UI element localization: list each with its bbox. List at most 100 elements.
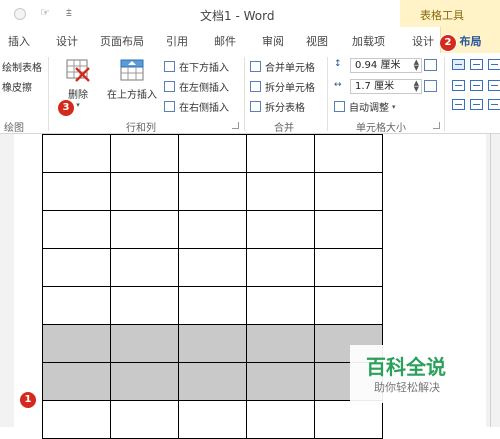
table-cell[interactable] bbox=[110, 248, 179, 287]
table-cell[interactable] bbox=[178, 400, 247, 439]
eraser-button[interactable]: 橡皮擦 bbox=[2, 79, 32, 94]
table-cell[interactable] bbox=[110, 286, 179, 325]
autofit-icon bbox=[334, 101, 345, 112]
align-bottom-left-icon[interactable] bbox=[452, 99, 465, 110]
table-cell[interactable] bbox=[246, 210, 315, 249]
row-height-spinner[interactable]: 0.94 厘米 ▲ ▼ bbox=[350, 58, 422, 73]
ribbon-panel: 绘制表格 橡皮擦 绘图 删除 ▾ 在上方插入 在下方插入 在左侧插入 在右侧插入… bbox=[0, 53, 500, 134]
rows-cols-group-label: 行和列 bbox=[126, 123, 156, 134]
context-group-title: 表格工具 bbox=[420, 9, 464, 22]
autofit-label: 自动调整 bbox=[349, 103, 389, 114]
align-top-left-icon[interactable] bbox=[452, 59, 465, 70]
table-cell[interactable] bbox=[178, 172, 247, 211]
table-row[interactable] bbox=[42, 286, 383, 325]
row-height-spin-arrows-icon[interactable]: ▲ ▼ bbox=[414, 59, 419, 72]
tab-add-ins[interactable]: 加载项 bbox=[352, 33, 385, 49]
table-cell[interactable] bbox=[246, 172, 315, 211]
table-cell[interactable] bbox=[178, 210, 247, 249]
tab-mailings[interactable]: 邮件 bbox=[214, 33, 236, 49]
split-cells-button[interactable]: 拆分单元格 bbox=[250, 79, 315, 94]
insert-above-button[interactable]: 在上方插入 bbox=[104, 57, 160, 101]
align-middle-center-icon[interactable] bbox=[470, 80, 483, 91]
table-cell[interactable] bbox=[110, 172, 179, 211]
tab-view[interactable]: 视图 bbox=[306, 33, 328, 49]
insert-left-button[interactable]: 在左侧插入 bbox=[164, 79, 229, 94]
insert-below-button[interactable]: 在下方插入 bbox=[164, 59, 229, 74]
app-circle-icon[interactable] bbox=[14, 8, 26, 20]
align-top-right-icon[interactable] bbox=[488, 59, 500, 70]
tab-table-design[interactable]: 设计 bbox=[412, 33, 434, 49]
table-cell[interactable] bbox=[314, 172, 383, 211]
align-top-center-icon[interactable] bbox=[470, 59, 483, 70]
table-row[interactable] bbox=[42, 210, 383, 249]
table-cell[interactable] bbox=[314, 210, 383, 249]
table-cell[interactable] bbox=[246, 324, 315, 363]
insert-left-label: 在左侧插入 bbox=[179, 83, 229, 94]
table-cell[interactable] bbox=[178, 286, 247, 325]
tab-table-layout-label: 布局 bbox=[459, 35, 482, 48]
distribute-rows-icon[interactable] bbox=[424, 59, 437, 71]
table-cell[interactable] bbox=[314, 400, 383, 439]
insert-right-button[interactable]: 在右侧插入 bbox=[164, 99, 229, 114]
table-cell[interactable] bbox=[246, 362, 315, 401]
step-badge-2: 2 bbox=[440, 35, 456, 51]
table-cell[interactable] bbox=[246, 134, 315, 173]
eraser-label: 橡皮擦 bbox=[2, 83, 32, 94]
group-divider bbox=[48, 57, 49, 131]
quick-access-dropdown-icon[interactable]: ⩲ bbox=[66, 8, 72, 19]
cursor-icon[interactable]: ☞ bbox=[40, 6, 50, 19]
align-bottom-right-icon[interactable] bbox=[488, 99, 500, 110]
tab-page-layout[interactable]: 页面布局 bbox=[100, 33, 144, 49]
table-row-selected[interactable] bbox=[42, 324, 383, 363]
table-row[interactable] bbox=[42, 172, 383, 211]
table-cell[interactable] bbox=[314, 286, 383, 325]
table-cell[interactable] bbox=[110, 210, 179, 249]
word-table[interactable] bbox=[42, 134, 383, 439]
table-cell[interactable] bbox=[42, 400, 111, 439]
table-cell[interactable] bbox=[42, 210, 111, 249]
cell-size-launcher-icon[interactable] bbox=[433, 122, 440, 129]
table-cell[interactable] bbox=[314, 248, 383, 287]
merge-group-label: 合并 bbox=[274, 123, 294, 134]
distribute-columns-icon[interactable] bbox=[424, 80, 437, 92]
table-cell[interactable] bbox=[110, 362, 179, 401]
align-middle-right-icon[interactable] bbox=[488, 80, 500, 91]
group-divider bbox=[327, 57, 328, 131]
step-badge-3: 3 bbox=[58, 100, 74, 116]
table-row-selected[interactable] bbox=[42, 362, 383, 401]
col-width-spinner[interactable]: 1.7 厘米 ▲ ▼ bbox=[350, 79, 422, 94]
table-cell[interactable] bbox=[246, 400, 315, 439]
split-table-button[interactable]: 拆分表格 bbox=[250, 99, 305, 114]
col-width-spin-arrows-icon[interactable]: ▲ ▼ bbox=[414, 80, 419, 93]
table-cell[interactable] bbox=[42, 172, 111, 211]
table-cell[interactable] bbox=[110, 400, 179, 439]
table-cell[interactable] bbox=[42, 362, 111, 401]
table-row[interactable] bbox=[42, 400, 383, 439]
table-cell[interactable] bbox=[42, 324, 111, 363]
table-cell[interactable] bbox=[246, 286, 315, 325]
table-row[interactable] bbox=[42, 248, 383, 287]
table-row[interactable] bbox=[42, 134, 383, 173]
tab-review[interactable]: 审阅 bbox=[262, 33, 284, 49]
table-cell[interactable] bbox=[42, 134, 111, 173]
table-cell[interactable] bbox=[42, 286, 111, 325]
merge-cells-button[interactable]: 合并单元格 bbox=[250, 59, 315, 74]
align-middle-left-icon[interactable] bbox=[452, 80, 465, 91]
table-cell[interactable] bbox=[110, 134, 179, 173]
tab-references[interactable]: 引用 bbox=[166, 33, 188, 49]
align-bottom-center-icon[interactable] bbox=[470, 99, 483, 110]
table-cell[interactable] bbox=[178, 362, 247, 401]
table-cell[interactable] bbox=[178, 248, 247, 287]
table-cell[interactable] bbox=[178, 134, 247, 173]
autofit-button[interactable]: 自动调整 ▾ bbox=[334, 99, 396, 114]
table-cell[interactable] bbox=[42, 248, 111, 287]
table-cell[interactable] bbox=[246, 248, 315, 287]
tab-design[interactable]: 设计 bbox=[56, 33, 78, 49]
rows-cols-launcher-icon[interactable] bbox=[232, 122, 239, 129]
table-cell[interactable] bbox=[178, 324, 247, 363]
table-cell[interactable] bbox=[314, 134, 383, 173]
tab-insert[interactable]: 插入 bbox=[8, 33, 30, 49]
table-cell[interactable] bbox=[110, 324, 179, 363]
draw-table-button[interactable]: 绘制表格 bbox=[2, 59, 42, 74]
split-cells-icon bbox=[250, 81, 261, 92]
